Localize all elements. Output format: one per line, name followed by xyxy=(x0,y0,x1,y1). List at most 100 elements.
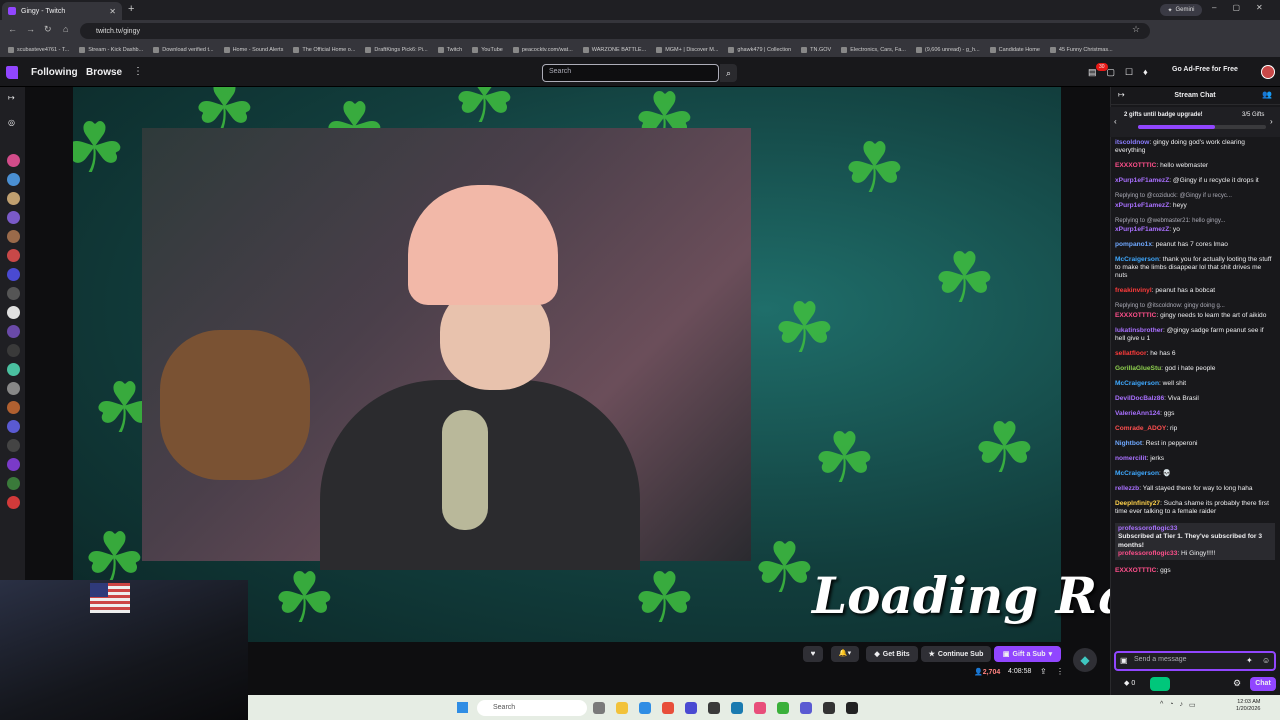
emote-icon[interactable]: ☺ xyxy=(1262,656,1270,665)
edge-icon[interactable] xyxy=(639,702,651,714)
bookmark-item[interactable]: Candidate Home xyxy=(989,46,1040,53)
expand-sidebar-icon[interactable]: ↦ xyxy=(8,93,15,102)
app-icon[interactable] xyxy=(846,702,858,714)
channel-avatar[interactable] xyxy=(7,154,20,167)
chat-username[interactable]: GorillaGlueStu xyxy=(1115,365,1161,372)
channel-avatar[interactable] xyxy=(7,325,20,338)
reload-icon[interactable]: ↻ xyxy=(44,24,52,35)
taskbar-clock[interactable]: 12:03 AM 1/20/2026 xyxy=(1236,699,1260,713)
bookmark-item[interactable]: scubasteve4761 - T... xyxy=(8,46,69,53)
browser-tab[interactable]: Gingy - Twitch ✕ xyxy=(2,2,122,20)
bookmark-item[interactable]: The Official Home o... xyxy=(293,46,355,53)
close-window-icon[interactable]: ✕ xyxy=(1256,3,1263,12)
chevron-left-icon[interactable]: ‹ xyxy=(1114,117,1117,126)
search-icon[interactable]: ⌕ xyxy=(720,64,737,82)
bookmark-item[interactable]: (9,606 unread) - g_h... xyxy=(915,46,980,53)
more-options-icon[interactable]: ⋮ xyxy=(1056,667,1064,676)
channel-avatar[interactable] xyxy=(7,211,20,224)
channel-avatar[interactable] xyxy=(7,344,20,357)
chat-username[interactable]: McCraigerson xyxy=(1115,380,1159,387)
claim-points-icon[interactable] xyxy=(1150,677,1170,691)
chat-username[interactable]: EXXXOTTTIC xyxy=(1115,162,1156,169)
search-input[interactable]: Search xyxy=(542,64,719,82)
chat-username[interactable]: xPurp1eF1amezZ xyxy=(1115,177,1169,184)
chat-username[interactable]: McCraigerson xyxy=(1115,470,1159,477)
bookmark-item[interactable]: TN.GOV xyxy=(801,46,831,53)
chat-username[interactable]: xPurp1eF1amezZ xyxy=(1115,202,1169,209)
channel-avatar[interactable] xyxy=(7,382,20,395)
bookmark-item[interactable]: ghawk479 | Collection xyxy=(728,46,791,53)
channel-avatar[interactable] xyxy=(7,192,20,205)
forward-icon[interactable]: → xyxy=(26,24,35,34)
windows-start-icon[interactable] xyxy=(457,702,468,713)
chat-username[interactable]: Comrade_ADOY xyxy=(1115,425,1166,432)
new-tab-button[interactable]: + xyxy=(128,3,134,15)
chrome-icon[interactable] xyxy=(662,702,674,714)
channel-avatar[interactable] xyxy=(7,268,20,281)
channel-avatar[interactable] xyxy=(7,306,20,319)
obs-icon[interactable] xyxy=(823,702,835,714)
community-icon[interactable]: 👥 xyxy=(1262,90,1272,99)
share-icon[interactable]: ⇪ xyxy=(1040,667,1047,676)
app-icon[interactable] xyxy=(800,702,812,714)
more-options-icon[interactable]: ⋮ xyxy=(133,66,143,77)
streamer-avatar[interactable]: ◆ xyxy=(1073,648,1097,672)
follow-heart-button[interactable]: ♥ xyxy=(803,646,823,662)
chat-username[interactable]: McCraigerson xyxy=(1115,256,1159,263)
chat-username[interactable]: ValerieAnn124 xyxy=(1115,410,1160,417)
notification-bell-button[interactable]: 🔔▾ xyxy=(831,646,859,662)
collapse-chat-icon[interactable]: ↦ xyxy=(1118,90,1125,99)
url-input[interactable]: twitch.tv/gingy xyxy=(80,23,1150,39)
bookmark-item[interactable]: Download verified t... xyxy=(153,46,214,53)
channel-avatar[interactable] xyxy=(7,439,20,452)
chat-username[interactable]: DevilDocBalz86 xyxy=(1115,395,1164,402)
xbox-icon[interactable] xyxy=(777,702,789,714)
notifications-icon[interactable]: ▤ xyxy=(1088,67,1097,78)
chat-username[interactable]: sellatfloor xyxy=(1115,350,1147,357)
wifi-icon[interactable]: ◔ xyxy=(1169,701,1173,709)
channel-points[interactable]: ◆ 0 xyxy=(1124,679,1135,687)
chevron-right-icon[interactable]: › xyxy=(1270,117,1273,126)
inbox-icon[interactable]: ☐ xyxy=(1125,67,1133,78)
bookmark-item[interactable]: Home - Sound Alerts xyxy=(223,46,283,53)
back-icon[interactable]: ← xyxy=(8,24,17,34)
chat-username[interactable]: EXXXOTTTIC xyxy=(1115,312,1156,319)
crown-icon[interactable]: ♦ xyxy=(1143,67,1148,78)
send-chat-button[interactable]: Chat xyxy=(1250,677,1276,691)
taskbar-search[interactable]: Search xyxy=(477,700,587,716)
channel-avatar[interactable] xyxy=(7,287,20,300)
bookmark-item[interactable]: Stream - Kick Dashb... xyxy=(79,46,143,53)
whispers-icon[interactable]: ▢ xyxy=(1107,67,1116,78)
app-icon[interactable] xyxy=(708,702,720,714)
channel-avatar[interactable] xyxy=(7,230,20,243)
chevron-up-icon[interactable]: ^ xyxy=(1160,701,1163,709)
chat-username[interactable]: pompano1x xyxy=(1115,241,1152,248)
bookmark-item[interactable]: peacocktv.com/wat... xyxy=(512,46,573,53)
close-tab-icon[interactable]: ✕ xyxy=(109,7,116,16)
chat-username[interactable]: freakinvinyl xyxy=(1115,287,1152,294)
bookmark-star-icon[interactable]: ☆ xyxy=(1132,24,1140,35)
chat-username[interactable]: itscoldnow xyxy=(1115,139,1149,146)
volume-icon[interactable]: ♪ xyxy=(1180,701,1184,709)
get-bits-button[interactable]: ◆ Get Bits xyxy=(866,646,918,662)
channel-avatar[interactable] xyxy=(7,173,20,186)
browse-link[interactable]: Browse xyxy=(86,67,122,78)
channel-avatar[interactable] xyxy=(7,249,20,262)
chat-username[interactable]: lukatinsbrother xyxy=(1115,327,1163,334)
gift-sub-button[interactable]: ▣ Gift a Sub ▾ xyxy=(994,646,1061,662)
file-explorer-icon[interactable] xyxy=(616,702,628,714)
chat-username[interactable]: Nightbot xyxy=(1115,440,1142,447)
continue-sub-button[interactable]: ★ Continue Sub xyxy=(921,646,991,662)
bookmark-item[interactable]: MGM+ | Discover M... xyxy=(656,46,718,53)
channel-avatar[interactable] xyxy=(7,477,20,490)
chat-username[interactable]: EXXXOTTTIC xyxy=(1115,567,1156,574)
ad-free-button[interactable]: Go Ad-Free for Free xyxy=(1172,66,1238,73)
channel-avatar[interactable] xyxy=(7,363,20,376)
music-icon[interactable] xyxy=(754,702,766,714)
chat-gift-icon[interactable]: ▣ xyxy=(1120,656,1128,665)
gear-icon[interactable]: ⚙ xyxy=(1233,678,1241,689)
chat-username[interactable]: DeepInfinity27 xyxy=(1115,500,1160,507)
channel-avatar[interactable] xyxy=(7,420,20,433)
gemini-button[interactable]: ✦ Gemini xyxy=(1160,4,1202,16)
chat-username[interactable]: xPurp1eF1amezZ xyxy=(1115,226,1169,233)
